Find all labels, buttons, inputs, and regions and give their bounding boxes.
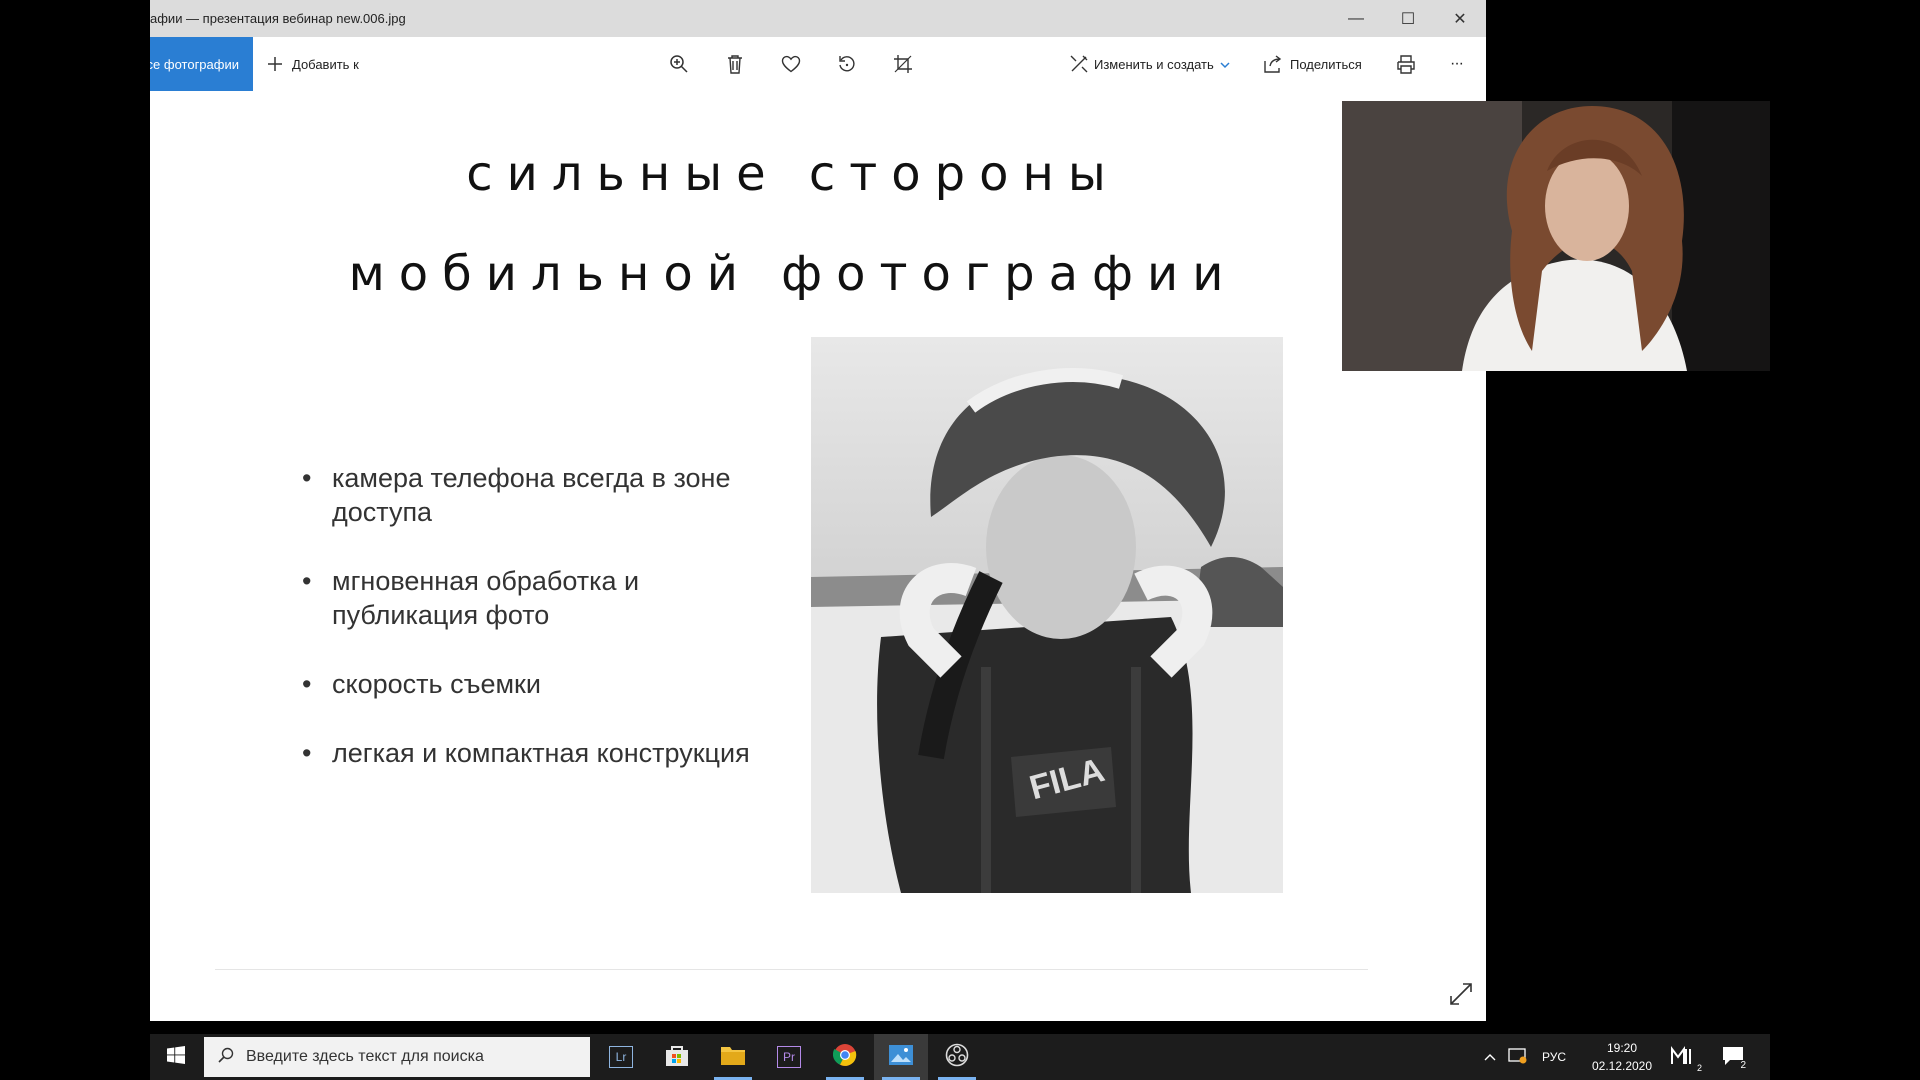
heart-icon bbox=[780, 53, 802, 75]
show-hidden-icons[interactable] bbox=[1484, 1034, 1496, 1080]
slide-title-line1: сильные стороны bbox=[466, 146, 1120, 202]
share-label: Поделиться bbox=[1290, 56, 1362, 72]
bullet-item: мгновенная обработка и публикация фото bbox=[300, 564, 770, 632]
tray-monitor-icon bbox=[1508, 1047, 1528, 1068]
taskbar: Введите здесь текст для поиска Lr Pr РУС… bbox=[150, 1034, 1770, 1080]
print-icon bbox=[1395, 53, 1417, 75]
slide-title-line2: мобильной фотографии bbox=[348, 246, 1238, 302]
taskbar-photos[interactable] bbox=[874, 1034, 928, 1080]
taskbar-premiere[interactable]: Pr bbox=[762, 1034, 816, 1080]
beach-girl-photo: FILA bbox=[811, 337, 1283, 893]
webcam-video bbox=[1342, 101, 1770, 371]
lightroom-icon: Lr bbox=[609, 1046, 633, 1068]
add-to-button[interactable]: Добавить к bbox=[264, 37, 359, 91]
favorite-button[interactable] bbox=[780, 37, 802, 91]
crop-button[interactable] bbox=[892, 37, 914, 91]
windows-logo-icon bbox=[167, 1045, 185, 1069]
photos-icon bbox=[888, 1044, 914, 1071]
chevron-down-icon bbox=[1220, 57, 1230, 72]
tray-app[interactable] bbox=[1508, 1034, 1528, 1080]
action-center-button[interactable]: 2 bbox=[1722, 1034, 1748, 1080]
all-photos-button[interactable]: се фотографии bbox=[150, 37, 253, 91]
maximize-button[interactable]: ☐ bbox=[1382, 0, 1434, 37]
taskbar-lightroom[interactable]: Lr bbox=[594, 1034, 648, 1080]
minimize-button[interactable]: — bbox=[1330, 0, 1382, 37]
chrome-icon bbox=[832, 1043, 857, 1072]
plus-icon bbox=[264, 53, 286, 75]
more-button[interactable]: ··· bbox=[1450, 37, 1464, 91]
print-button[interactable] bbox=[1395, 37, 1417, 91]
bullet-item: скорость съемки bbox=[300, 667, 770, 701]
rotate-icon bbox=[836, 53, 858, 75]
taskbar-store[interactable] bbox=[650, 1034, 704, 1080]
obs-icon bbox=[945, 1043, 969, 1072]
clock-time: 19:20 bbox=[1606, 1041, 1638, 1055]
taskbar-file-explorer[interactable] bbox=[706, 1034, 760, 1080]
zoom-in-icon bbox=[668, 53, 690, 75]
folder-icon bbox=[720, 1044, 746, 1071]
tray-mail[interactable]: 2 bbox=[1670, 1034, 1702, 1080]
start-button[interactable] bbox=[150, 1034, 202, 1080]
taskbar-chrome[interactable] bbox=[818, 1034, 872, 1080]
tray-badge: 2 bbox=[1696, 1062, 1702, 1073]
premiere-icon: Pr bbox=[777, 1046, 801, 1068]
share-icon bbox=[1262, 53, 1284, 75]
clock[interactable]: 19:20 02.12.2020 bbox=[1582, 1034, 1662, 1080]
window-title: афии — презентация вебинар new.006.jpg bbox=[150, 11, 406, 26]
edit-icon bbox=[1068, 53, 1090, 75]
add-to-label: Добавить к bbox=[292, 56, 359, 72]
toolbar: се фотографии Добавить к Изменить и созд… bbox=[150, 37, 1486, 91]
zoom-button[interactable] bbox=[668, 37, 690, 91]
clock-date: 02.12.2020 bbox=[1591, 1059, 1653, 1073]
store-icon bbox=[664, 1043, 690, 1072]
delete-button[interactable] bbox=[724, 37, 746, 91]
language-indicator[interactable]: РУС bbox=[1542, 1034, 1566, 1080]
notification-icon: 2 bbox=[1722, 1046, 1748, 1071]
edit-create-button[interactable]: Изменить и создать bbox=[1068, 37, 1230, 91]
notification-count: 2 bbox=[1738, 1059, 1748, 1071]
delete-icon bbox=[724, 53, 746, 75]
bullet-list: камера телефона всегда в зоне доступа мг… bbox=[300, 461, 770, 805]
search-placeholder: Введите здесь текст для поиска bbox=[246, 1048, 484, 1065]
share-button[interactable]: Поделиться bbox=[1262, 37, 1362, 91]
taskbar-obs[interactable] bbox=[930, 1034, 984, 1080]
edit-create-label: Изменить и создать bbox=[1094, 56, 1214, 72]
bullet-item: камера телефона всегда в зоне доступа bbox=[300, 461, 770, 529]
divider bbox=[215, 969, 1368, 970]
crop-icon bbox=[892, 53, 914, 75]
rotate-button[interactable] bbox=[836, 37, 858, 91]
slide-image: сильные стороны мобильной фотографии кам… bbox=[150, 91, 1486, 1021]
chevron-up-icon bbox=[1484, 1050, 1496, 1064]
taskbar-search[interactable]: Введите здесь текст для поиска bbox=[204, 1037, 590, 1077]
search-icon bbox=[218, 1047, 234, 1068]
close-button[interactable]: ✕ bbox=[1434, 0, 1486, 37]
expand-icon[interactable] bbox=[1448, 981, 1474, 1007]
title-bar[interactable]: афии — презентация вебинар new.006.jpg —… bbox=[150, 0, 1486, 37]
mail-icon: 2 bbox=[1670, 1045, 1702, 1073]
photos-window: афии — презентация вебинар new.006.jpg —… bbox=[150, 0, 1486, 1021]
bullet-item: легкая и компактная конструкция bbox=[300, 736, 770, 770]
